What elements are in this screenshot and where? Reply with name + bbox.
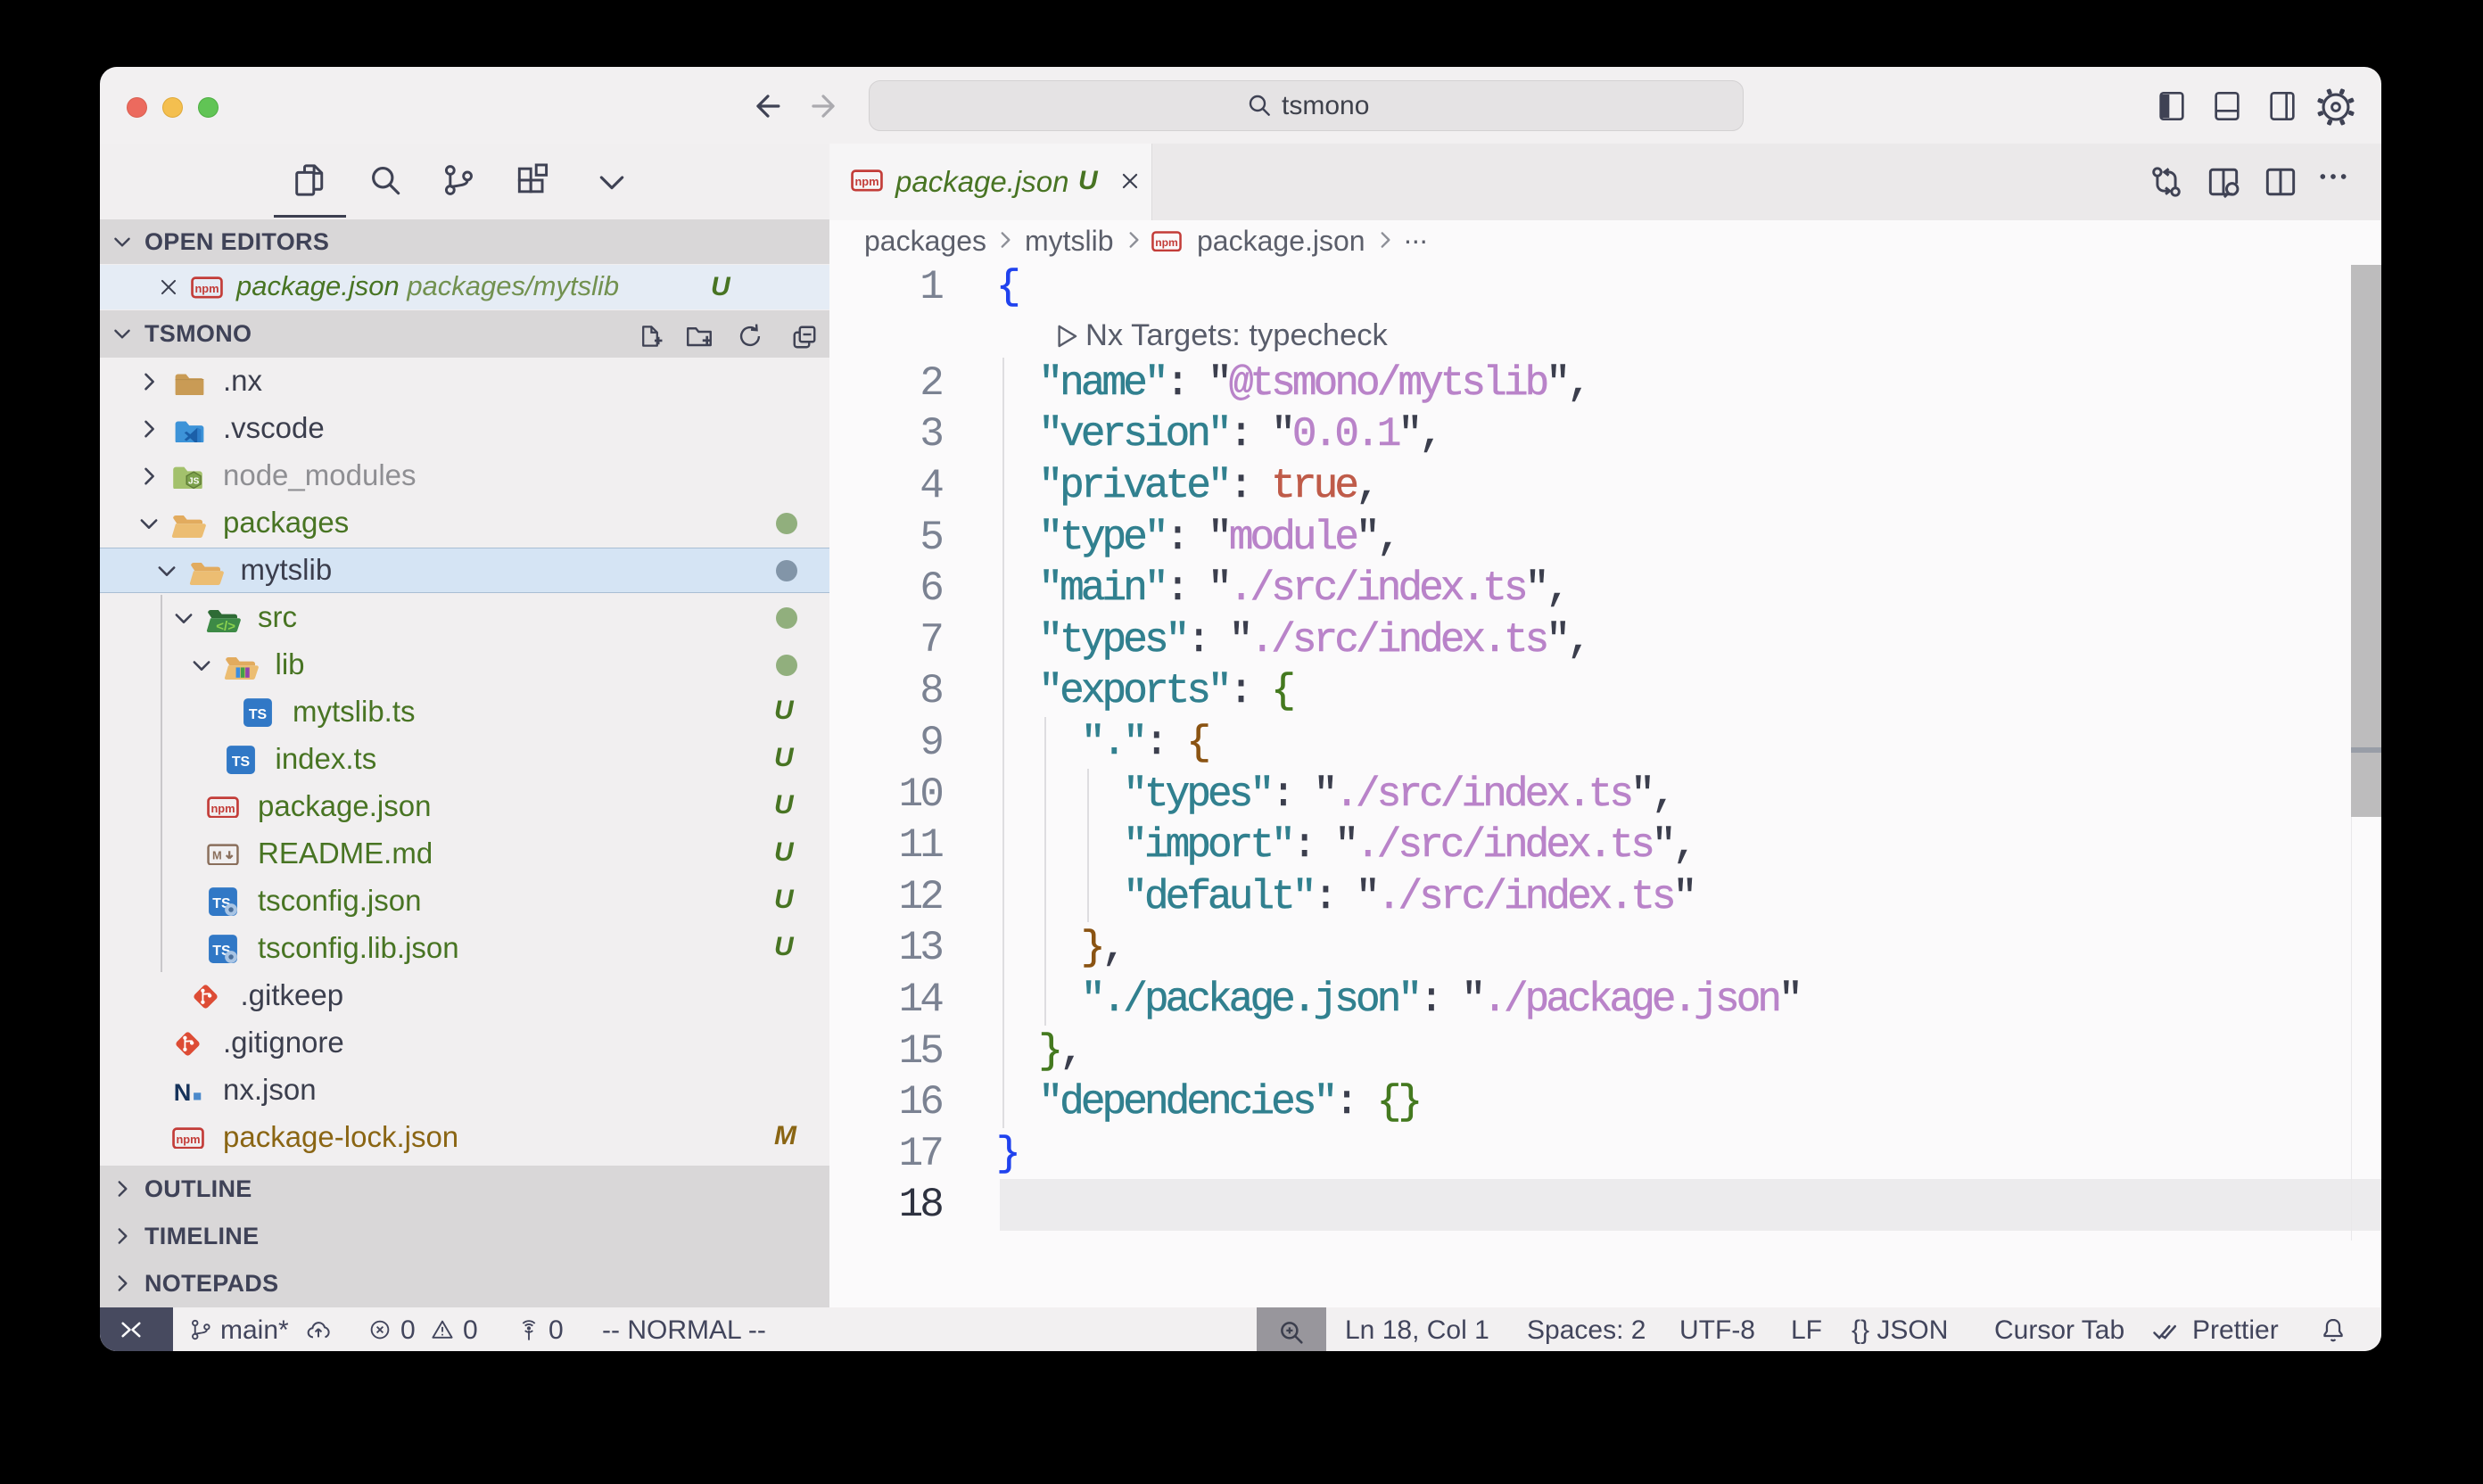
svg-text:M: M bbox=[212, 848, 222, 862]
svg-text:npm: npm bbox=[194, 282, 219, 295]
svg-text:npm: npm bbox=[854, 175, 879, 188]
svg-text:npm: npm bbox=[1155, 236, 1178, 249]
svg-text:npm: npm bbox=[176, 1133, 200, 1146]
svg-text:TS: TS bbox=[249, 706, 267, 721]
svg-text:TS: TS bbox=[231, 754, 249, 769]
svg-text:</>: </> bbox=[216, 618, 235, 631]
svg-text:JS: JS bbox=[188, 476, 200, 486]
svg-text:npm: npm bbox=[210, 802, 235, 815]
svg-text:N: N bbox=[174, 1080, 192, 1101]
